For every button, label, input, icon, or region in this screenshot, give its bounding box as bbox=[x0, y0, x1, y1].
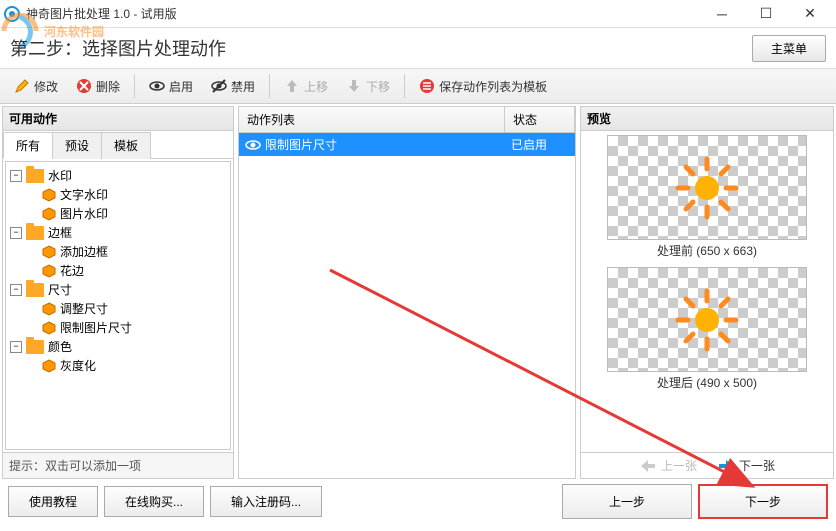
tree-cat-border[interactable]: −边框 bbox=[10, 223, 226, 242]
move-up-button[interactable]: 上移 bbox=[276, 74, 336, 99]
col-status[interactable]: 状态 bbox=[505, 107, 575, 132]
move-down-button[interactable]: 下移 bbox=[338, 74, 398, 99]
title-bar: 神奇图片批处理 1.0 - 试用版 ─ ☐ ✕ bbox=[0, 0, 836, 28]
actions-tabs: 所有 预设 模板 bbox=[3, 131, 233, 159]
delete-button[interactable]: 删除 bbox=[68, 74, 128, 99]
list-icon bbox=[419, 78, 435, 94]
folder-icon bbox=[26, 169, 44, 183]
buy-button[interactable]: 在线购买... bbox=[104, 486, 204, 517]
maximize-button[interactable]: ☐ bbox=[744, 0, 788, 28]
box-icon bbox=[42, 245, 56, 259]
actions-tree[interactable]: −水印 文字水印 图片水印 −边框 添加边框 花边 −尺寸 调整尺寸 限制图片尺… bbox=[5, 161, 231, 450]
prev-image-button[interactable]: 上一张 bbox=[639, 457, 697, 474]
preview-title: 预览 bbox=[581, 107, 833, 131]
folder-icon bbox=[26, 283, 44, 297]
tree-cat-color[interactable]: −颜色 bbox=[10, 337, 226, 356]
wizard-footer: 使用教程 在线购买... 输入注册码... 上一步 下一步 bbox=[0, 481, 836, 521]
action-row[interactable]: 限制图片尺寸 已启用 bbox=[239, 133, 575, 156]
action-list-header: 动作列表 状态 bbox=[239, 107, 575, 133]
wizard-step-label: 第二步：选择图片处理动作 bbox=[10, 35, 226, 61]
box-icon bbox=[42, 188, 56, 202]
box-icon bbox=[42, 359, 56, 373]
tree-image-watermark[interactable]: 图片水印 bbox=[10, 204, 226, 223]
tree-hint: 提示：双击可以添加一项 bbox=[3, 452, 233, 478]
wizard-header: 河东软件园 第二步：选择图片处理动作 主菜单 bbox=[0, 28, 836, 68]
next-image-button[interactable]: 下一张 bbox=[717, 457, 775, 474]
action-status: 已启用 bbox=[505, 133, 575, 156]
arrow-down-icon bbox=[346, 78, 362, 94]
folder-icon bbox=[26, 226, 44, 240]
tree-limit-size[interactable]: 限制图片尺寸 bbox=[10, 318, 226, 337]
enable-button[interactable]: 启用 bbox=[141, 74, 201, 99]
tree-cat-watermark[interactable]: −水印 bbox=[10, 166, 226, 185]
preview-after-label: 处理后 (490 x 500) bbox=[657, 374, 757, 391]
action-list-body[interactable]: 限制图片尺寸 已启用 bbox=[239, 133, 575, 478]
tree-grayscale[interactable]: 灰度化 bbox=[10, 356, 226, 375]
main-area: 可用动作 所有 预设 模板 −水印 文字水印 图片水印 −边框 添加边框 花边 … bbox=[0, 104, 836, 481]
eye-icon bbox=[245, 139, 261, 151]
action-name: 限制图片尺寸 bbox=[265, 136, 337, 153]
available-actions-panel: 可用动作 所有 预设 模板 −水印 文字水印 图片水印 −边框 添加边框 花边 … bbox=[2, 106, 234, 479]
action-list-panel: 动作列表 状态 限制图片尺寸 已启用 bbox=[238, 106, 576, 479]
pencil-icon bbox=[14, 78, 30, 94]
preview-before-thumb bbox=[607, 135, 807, 240]
prev-step-button[interactable]: 上一步 bbox=[562, 484, 692, 519]
tab-preset[interactable]: 预设 bbox=[52, 132, 102, 159]
folder-icon bbox=[26, 340, 44, 354]
main-menu-button[interactable]: 主菜单 bbox=[752, 35, 826, 62]
col-action-name[interactable]: 动作列表 bbox=[239, 107, 505, 132]
window-title: 神奇图片批处理 1.0 - 试用版 bbox=[26, 5, 700, 22]
eye-icon bbox=[149, 78, 165, 94]
tree-resize[interactable]: 调整尺寸 bbox=[10, 299, 226, 318]
tutorial-button[interactable]: 使用教程 bbox=[8, 486, 98, 517]
preview-after-thumb bbox=[607, 267, 807, 372]
arrow-up-icon bbox=[284, 78, 300, 94]
regcode-button[interactable]: 输入注册码... bbox=[210, 486, 322, 517]
save-template-button[interactable]: 保存动作列表为模板 bbox=[411, 74, 555, 99]
arrow-left-icon bbox=[639, 459, 657, 473]
disable-button[interactable]: 禁用 bbox=[203, 74, 263, 99]
box-icon bbox=[42, 302, 56, 316]
action-toolbar: 修改 删除 启用 禁用 上移 下移 保存动作列表为模板 bbox=[0, 68, 836, 104]
close-button[interactable]: ✕ bbox=[788, 0, 832, 28]
preview-panel: 预览 处理前 (650 x 663) 处理后 (490 x 500) 上一张 下… bbox=[580, 106, 834, 479]
minimize-button[interactable]: ─ bbox=[700, 0, 744, 28]
available-actions-title: 可用动作 bbox=[3, 107, 233, 131]
preview-before-label: 处理前 (650 x 663) bbox=[657, 242, 757, 259]
box-icon bbox=[42, 207, 56, 221]
tree-add-border[interactable]: 添加边框 bbox=[10, 242, 226, 261]
tab-template[interactable]: 模板 bbox=[101, 132, 151, 159]
tree-cat-size[interactable]: −尺寸 bbox=[10, 280, 226, 299]
sun-icon bbox=[672, 153, 742, 223]
box-icon bbox=[42, 321, 56, 335]
tab-all[interactable]: 所有 bbox=[3, 132, 53, 159]
eye-off-icon bbox=[211, 78, 227, 94]
delete-icon bbox=[76, 78, 92, 94]
arrow-right-icon bbox=[717, 459, 735, 473]
tree-lace[interactable]: 花边 bbox=[10, 261, 226, 280]
box-icon bbox=[42, 264, 56, 278]
sun-icon bbox=[672, 285, 742, 355]
modify-button[interactable]: 修改 bbox=[6, 74, 66, 99]
preview-nav: 上一张 下一张 bbox=[581, 452, 833, 478]
next-step-button[interactable]: 下一步 bbox=[698, 484, 828, 519]
tree-text-watermark[interactable]: 文字水印 bbox=[10, 185, 226, 204]
